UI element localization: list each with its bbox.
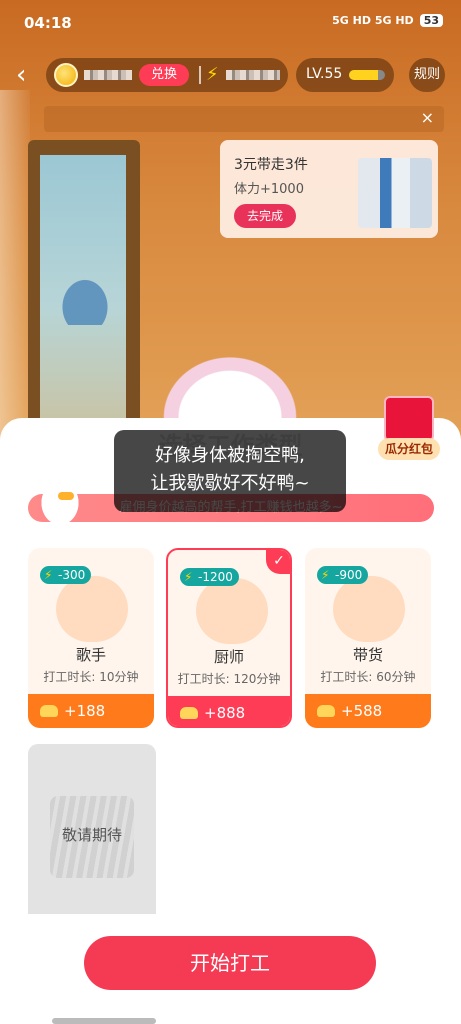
- reward-amount: +888: [204, 704, 246, 722]
- job-reward: +188: [28, 694, 154, 728]
- promo-subtitle: 体力+1000: [234, 182, 304, 197]
- notice-bar: ×: [44, 106, 444, 132]
- job-card-chef[interactable]: ⚡ -1200 ✓ 厨师 打工时长: 120分钟 +888: [166, 548, 292, 728]
- status-icons: 5G HD 5G HD 53: [332, 14, 443, 27]
- energy-cost-badge: ⚡ -300: [40, 566, 92, 584]
- energy-cost: -1200: [198, 570, 233, 584]
- close-icon[interactable]: ×: [421, 108, 434, 127]
- level-label: LV.55: [306, 66, 343, 82]
- energy-cost: -900: [335, 568, 363, 582]
- divider: [199, 66, 201, 84]
- job-duration: 打工时长: 10分钟: [43, 670, 139, 684]
- battery-icon: 53: [419, 14, 443, 27]
- microphone-icon: [56, 576, 128, 642]
- job-duration: 打工时长: 120分钟: [177, 672, 281, 686]
- red-packet-button[interactable]: 瓜分红包: [378, 396, 440, 466]
- job-card-singer[interactable]: ⚡ -300 歌手 打工时长: 10分钟 +188: [28, 548, 154, 728]
- duck-beak: [58, 492, 74, 500]
- red-envelope-icon: [384, 396, 434, 442]
- toast-line-1: 好像身体被掏空鸭,: [155, 445, 305, 466]
- job-name: 厨师: [213, 648, 244, 666]
- bolt-icon: ⚡: [321, 568, 330, 582]
- energy-cost-badge: ⚡ -900: [317, 566, 369, 584]
- coming-soon-label: 敬请期待: [61, 826, 122, 844]
- rules-button[interactable]: 规则: [409, 58, 445, 92]
- reward-amount: +188: [64, 702, 106, 720]
- promo-card[interactable]: 3元带走3件 体力+1000 去完成: [220, 140, 438, 238]
- energy-cost: -300: [58, 568, 86, 582]
- promo-complete-button[interactable]: 去完成: [234, 204, 296, 228]
- gold-ingot-icon: [180, 707, 198, 719]
- toast-line-2: 让我歇歇好不好鸭~: [150, 473, 310, 494]
- masked-energy: [226, 70, 280, 80]
- red-packet-label: 瓜分红包: [378, 438, 440, 460]
- level-pill[interactable]: LV.55: [296, 58, 394, 92]
- job-name: 歌手: [75, 646, 106, 664]
- start-work-button[interactable]: 开始打工: [84, 936, 376, 990]
- job-reward: +888: [168, 696, 290, 726]
- coming-soon-card: 敬请期待: [28, 744, 156, 914]
- network-indicator: 5G HD 5G HD: [332, 14, 414, 27]
- frying-pan-icon: [196, 578, 268, 644]
- temple-illustration: [50, 265, 120, 325]
- coin-icon: [54, 63, 78, 87]
- coin-balance-pill: 兑换 ⚡: [46, 58, 288, 92]
- product-image: [358, 158, 432, 228]
- exchange-button[interactable]: 兑换: [139, 64, 189, 86]
- level-progress-fill: [349, 70, 378, 80]
- masked-balance: [84, 70, 132, 80]
- status-bar: 04:18 5G HD 5G HD 53: [0, 0, 461, 46]
- bolt-icon: ⚡: [184, 570, 193, 584]
- promo-title: 3元带走3件: [234, 157, 308, 173]
- job-reward: +588: [305, 694, 431, 728]
- level-progress-bar: [349, 70, 385, 80]
- job-duration: 打工时长: 60分钟: [320, 670, 416, 684]
- toast-message: 好像身体被掏空鸭, 让我歇歇好不好鸭~: [114, 430, 346, 512]
- home-indicator: [52, 1018, 156, 1024]
- ring-light-icon: [333, 576, 405, 642]
- gold-ingot-icon: [317, 705, 335, 717]
- energy-cost-badge: ⚡ -1200: [180, 568, 239, 586]
- job-name: 带货: [352, 646, 383, 664]
- back-button[interactable]: ‹: [16, 62, 42, 88]
- status-time: 04:18: [24, 14, 72, 32]
- bolt-icon: ⚡: [44, 568, 53, 582]
- duck-mascot-icon: [34, 472, 86, 528]
- check-icon: ✓: [266, 550, 290, 574]
- curtain: [0, 90, 30, 450]
- reward-amount: +588: [341, 702, 383, 720]
- gold-ingot-icon: [40, 705, 58, 717]
- job-card-livestream-seller[interactable]: ⚡ -900 带货 打工时长: 60分钟 +588: [305, 548, 431, 728]
- energy-bolt-icon: ⚡: [206, 64, 219, 85]
- top-bar: ‹ 兑换 ⚡ LV.55 规则: [0, 56, 461, 96]
